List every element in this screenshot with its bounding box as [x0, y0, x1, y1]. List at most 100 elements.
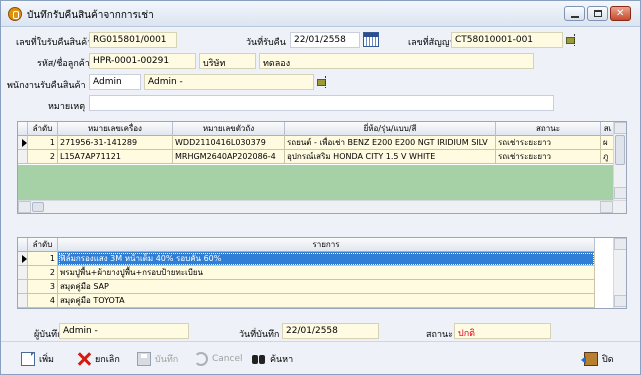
chassis-no-cell[interactable]: WDD2110416L030379	[173, 136, 285, 150]
scroll-down-button[interactable]	[614, 187, 626, 199]
chassis-no-cell[interactable]: MRHGM2640AP202086-4	[173, 150, 285, 164]
column-header[interactable]: หมายเลขตัวถัง	[173, 122, 285, 136]
row-no-cell[interactable]: 1	[28, 136, 58, 150]
scroll-up-button[interactable]	[614, 238, 626, 250]
customer-label: รหัส/ชื่อลูกค้า	[37, 59, 90, 69]
calendar-icon[interactable]	[363, 32, 379, 47]
close-button[interactable]: ปิด	[581, 351, 614, 367]
row-indicator	[18, 150, 28, 164]
accessories-grid-header: ลำดับ รายการ	[18, 238, 595, 252]
contract-no-label: เลขที่สัญญา	[408, 38, 455, 48]
search-button[interactable]: ค้นหา	[252, 351, 293, 367]
cancel-x-icon	[77, 352, 91, 366]
column-header[interactable]: สถานะ	[496, 122, 601, 136]
contract-lookup-icon[interactable]	[566, 34, 580, 46]
items-grid: ลำดับ หมายเลขเครื่อง หมายเลขตัวถัง ยี่ห้…	[17, 121, 627, 214]
contract-no-field[interactable]: CT58010001-001	[451, 32, 563, 48]
return-goods-window: บันทึกรับคืนสินค้าจากการเช่า ✕ เลขที่ใบร…	[0, 0, 641, 375]
undo-button[interactable]: Cancel	[194, 351, 243, 367]
receiver-name-field: Admin -	[144, 74, 314, 90]
customer-type-field: บริษัท	[199, 53, 256, 69]
scroll-right-button[interactable]	[600, 201, 613, 213]
binoculars-icon	[252, 352, 266, 366]
undo-icon	[194, 352, 208, 366]
receiver-code-field[interactable]: Admin	[89, 74, 141, 90]
save-button[interactable]: บันทึก	[137, 351, 178, 367]
model-cell[interactable]: อุปกรณ์เสริม HONDA CITY 1.5 V WHITE	[285, 150, 496, 164]
scroll-thumb[interactable]	[615, 135, 625, 165]
item-cell[interactable]: สมุดคู่มือ SAP	[58, 280, 595, 294]
item-cell[interactable]: พรมปูพื้น+ผ้ายางปูพื้น+กรอบป้ายทะเบียน	[58, 266, 595, 280]
column-header[interactable]: รายการ	[58, 238, 595, 252]
row-no-cell[interactable]: 4	[28, 294, 58, 308]
minimize-icon	[571, 16, 579, 18]
close-window-button[interactable]: ✕	[610, 6, 631, 21]
return-date-field[interactable]: 22/01/2558	[290, 32, 360, 48]
search-button-label: ค้นหา	[270, 355, 294, 365]
add-button[interactable]: เพิ่ม	[21, 351, 54, 367]
title-bar: บันทึกรับคืนสินค้าจากการเช่า ✕	[1, 1, 640, 27]
return-date-label: วันที่รับคืน	[246, 38, 286, 48]
column-header[interactable]: ลำดับ	[28, 122, 58, 136]
row-no-cell[interactable]: 2	[28, 266, 58, 280]
minimize-button[interactable]	[564, 6, 585, 21]
table-row[interactable]: 1 271956-31-141289 WDD2110416L030379 รถย…	[18, 136, 615, 150]
accessories-vertical-scrollbar[interactable]	[613, 238, 626, 308]
list-item[interactable]: 2 พรมปูพื้น+ผ้ายางปูพื้น+กรอบป้ายทะเบียน	[18, 266, 595, 280]
grid-empty-area	[18, 165, 613, 200]
current-row-indicator	[18, 252, 28, 266]
engine-no-cell[interactable]: 271956-31-141289	[58, 136, 173, 150]
scroll-thumb[interactable]	[32, 202, 44, 212]
scroll-down-button[interactable]	[614, 295, 626, 307]
record-date-field: 22/01/2558	[282, 323, 379, 339]
row-no-cell[interactable]: 1	[28, 252, 58, 266]
status-cell[interactable]: รถเช่าระยะยาว	[496, 150, 601, 164]
list-item[interactable]: 4 สมุดคู่มือ TOYOTA	[18, 294, 595, 308]
status-badge: ปกติ	[454, 323, 551, 339]
maximize-icon	[594, 10, 602, 17]
close-button-label: ปิด	[602, 355, 614, 365]
recorded-by-field: Admin -	[59, 323, 189, 339]
column-header[interactable]: ยี่ห้อ/รุ่น/แบบ/สี	[285, 122, 496, 136]
table-row[interactable]: 2 L15A7AP71121 MRHGM2640AP202086-4 อุปกร…	[18, 150, 615, 164]
scroll-left-button[interactable]	[18, 201, 31, 213]
item-cell[interactable]: สมุดคู่มือ TOYOTA	[58, 294, 595, 308]
cancel-document-button[interactable]: ยกเลิก	[77, 351, 120, 367]
header-indicator	[18, 238, 28, 252]
column-header[interactable]: ลำดับ	[28, 238, 58, 252]
save-disk-icon	[137, 352, 151, 366]
scroll-up-button[interactable]	[614, 122, 626, 134]
row-no-cell[interactable]: 3	[28, 280, 58, 294]
row-no-cell[interactable]: 2	[28, 150, 58, 164]
items-horizontal-scrollbar[interactable]	[18, 200, 626, 213]
list-item[interactable]: 3 สมุดคู่มือ SAP	[18, 280, 595, 294]
remark-field[interactable]	[89, 95, 554, 111]
maximize-button[interactable]	[587, 6, 608, 21]
list-item[interactable]: 1 ฟิล์มกรองแสง 3M หน้าเต็ม 40% รอบคัน 60…	[18, 252, 595, 266]
engine-no-cell[interactable]: L15A7AP71121	[58, 150, 173, 164]
item-cell-selected[interactable]: ฟิล์มกรองแสง 3M หน้าเต็ม 40% รอบคัน 60%	[58, 252, 595, 266]
current-row-indicator	[18, 136, 28, 150]
exit-door-icon	[581, 352, 598, 366]
status-cell[interactable]: รถเช่าระยะยาว	[496, 136, 601, 150]
column-header[interactable]: หมายเลขเครื่อง	[58, 122, 173, 136]
bottom-toolbar: เพิ่ม ยกเลิก บันทึก Cancel ค้นหา ปิด	[1, 341, 640, 374]
header-indicator	[18, 122, 28, 136]
new-document-icon	[21, 352, 35, 366]
window-title: บันทึกรับคืนสินค้าจากการเช่า	[27, 10, 154, 21]
items-vertical-scrollbar[interactable]	[613, 122, 626, 200]
status-label: สถานะ	[426, 330, 453, 340]
accessories-grid: ลำดับ รายการ 1 ฟิล์มกรองแสง 3M หน้าเต็ม …	[17, 237, 627, 309]
undo-button-label: Cancel	[212, 354, 243, 364]
doc-no-label: เลขที่ใบรับคืนสินค้า	[16, 38, 93, 48]
close-icon: ✕	[616, 8, 625, 19]
receiver-lookup-icon[interactable]	[317, 76, 331, 88]
record-date-label: วันที่บันทึก	[239, 330, 280, 340]
doc-no-field[interactable]: RG015801/0001	[89, 32, 177, 48]
app-coin-icon	[8, 7, 22, 21]
receiver-label: พนักงานรับคืนสินค้า	[7, 81, 86, 91]
remark-label: หมายเหตุ	[48, 102, 86, 112]
model-cell[interactable]: รถยนต์ - เพื่อเช่า BENZ E200 E200 NGT IR…	[285, 136, 496, 150]
row-indicator	[18, 266, 28, 280]
customer-code-field[interactable]: HPR-0001-00291	[89, 53, 196, 69]
